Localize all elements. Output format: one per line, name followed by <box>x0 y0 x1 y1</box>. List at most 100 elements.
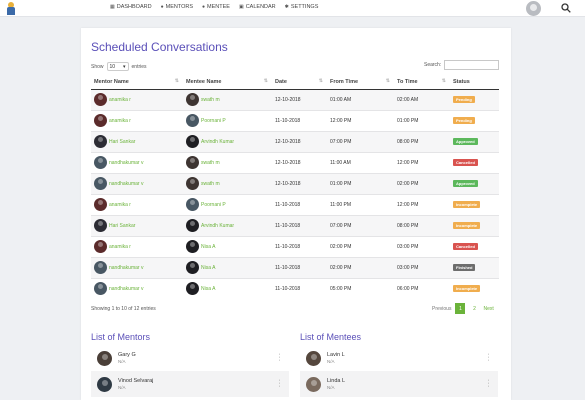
pagination-previous[interactable]: Previous <box>432 306 451 312</box>
mentee-cell: swath m <box>183 88 272 110</box>
nav-settings-label: SETTINGS <box>290 4 319 10</box>
from-time-cell: 02:00 PM <box>327 256 394 278</box>
pagination-page-2[interactable]: 2 <box>469 303 479 314</box>
chevron-down-icon: ▾ <box>123 63 126 70</box>
mentee-link[interactable]: Poornani P <box>201 202 226 208</box>
entries-label: entries <box>131 63 147 70</box>
mentee-cell: Poornani P <box>183 109 272 131</box>
mentor-link[interactable]: Hari Sankar <box>109 139 135 145</box>
avatar <box>186 114 199 127</box>
mentee-cell: Arvindh Kumar <box>183 130 272 152</box>
sort-icon: ⇅ <box>263 78 268 84</box>
search-icon[interactable] <box>561 3 571 13</box>
to-time-cell: 12:00 PM <box>394 151 450 173</box>
mentor-link[interactable]: anamika r <box>109 118 131 124</box>
mentor-link[interactable]: nandhakumar v <box>109 286 143 292</box>
nav-dashboard-label: DASHBOARD <box>116 4 152 10</box>
avatar <box>94 93 107 106</box>
table-body: anamika r swath m 12-10-2018 01:00 AM 02:00 … <box>91 88 499 299</box>
list-item[interactable]: Linda L N/A · · · <box>300 371 498 397</box>
mentor-link[interactable]: anamika r <box>109 97 131 103</box>
mentor-link[interactable]: anamika r <box>109 244 131 250</box>
status-badge: Incomplete <box>453 222 481 229</box>
nav-mentee[interactable]: ● MENTEE <box>202 4 230 10</box>
table-row: anamika r swath m 12-10-2018 01:00 AM 02:00 … <box>91 88 499 110</box>
nav-mentors[interactable]: ● MENTORS <box>161 4 193 10</box>
user-icon: ● <box>160 4 164 10</box>
more-vertical-icon[interactable]: · · · <box>278 351 281 364</box>
date-cell: 12-10-2018 <box>272 88 327 110</box>
pagination-next[interactable]: Next <box>483 306 493 312</box>
table-row: anamika r Poornani P 11-10-2018 12:00 PM 01:… <box>91 109 499 131</box>
mentor-link[interactable]: nandhakumar v <box>109 265 143 271</box>
from-time-cell: 12:00 PM <box>327 109 394 131</box>
search-label: Search: <box>424 62 442 68</box>
mentee-link[interactable]: Nisa A <box>201 244 215 250</box>
mentors-list: Gary G N/A · · · Vinod Selvaraj N/A · · · <box>91 345 289 397</box>
status-badge: Pending <box>453 96 475 103</box>
avatar <box>94 114 107 127</box>
date-cell: 11-10-2018 <box>272 235 327 257</box>
mentee-cell: Nisa A <box>183 256 272 278</box>
mentor-link[interactable]: Hari Sankar <box>109 223 135 229</box>
from-time-cell: 11:00 AM <box>327 151 394 173</box>
col-to-time[interactable]: To Time ⇅ <box>394 75 450 90</box>
mentee-link[interactable]: swath m <box>201 181 220 187</box>
more-vertical-icon[interactable]: · · · <box>487 377 490 390</box>
date-cell: 11-10-2018 <box>272 109 327 131</box>
mentee-link[interactable]: Poornani P <box>201 118 226 124</box>
avatar <box>186 282 199 296</box>
list-item[interactable]: Vinod Selvaraj N/A · · · <box>91 371 289 397</box>
col-date[interactable]: Date ⇅ <box>272 75 327 90</box>
from-time-cell: 07:00 PM <box>327 214 394 236</box>
status-badge: Finished <box>453 264 476 271</box>
mentor-link[interactable]: nandhakumar v <box>109 181 143 187</box>
mentor-cell: nandhakumar v <box>91 256 183 278</box>
pagination-page-1[interactable]: 1 <box>455 303 466 314</box>
date-cell: 11-10-2018 <box>272 277 327 299</box>
more-vertical-icon[interactable]: · · · <box>487 351 490 364</box>
avatar <box>186 219 199 232</box>
status-cell: Incomplete <box>450 277 499 299</box>
search-input[interactable] <box>444 60 499 70</box>
mentee-cell: Nisa A <box>183 277 272 299</box>
from-time-cell: 01:00 PM <box>327 172 394 194</box>
avatar <box>186 240 199 253</box>
status-cell: Pending <box>450 109 499 131</box>
col-from-time[interactable]: From Time ⇅ <box>327 75 394 90</box>
user-avatar[interactable] <box>526 1 541 16</box>
avatar <box>186 261 199 274</box>
mentee-link[interactable]: Arvindh Kumar <box>201 139 234 145</box>
mentors-list-title: List of Mentors <box>91 332 151 342</box>
mentee-link[interactable]: Nisa A <box>201 265 215 271</box>
mentee-link[interactable]: swath m <box>201 160 220 166</box>
app-logo[interactable] <box>6 2 16 15</box>
list-item[interactable]: Gary G N/A · · · <box>91 345 289 371</box>
mentor-link[interactable]: nandhakumar v <box>109 160 143 166</box>
to-time-cell: 01:00 PM <box>394 109 450 131</box>
to-time-cell: 02:00 PM <box>394 172 450 194</box>
mentee-link[interactable]: swath m <box>201 97 220 103</box>
avatar <box>186 156 199 169</box>
date-cell: 12-10-2018 <box>272 130 327 152</box>
mentees-list-title: List of Mentees <box>300 332 362 342</box>
mentee-link[interactable]: Arvindh Kumar <box>201 223 234 229</box>
col-mentee-name[interactable]: Mentee Name ⇅ <box>183 75 272 90</box>
status-badge: Cancelled <box>453 159 478 166</box>
nav-settings[interactable]: ✱ SETTINGS <box>285 4 319 10</box>
nav-calendar[interactable]: ▣ CALENDAR <box>239 4 276 10</box>
more-vertical-icon[interactable]: · · · <box>278 377 281 390</box>
avatar <box>97 350 112 366</box>
list-item[interactable]: Lavin L N/A · · · <box>300 345 498 371</box>
from-time-cell: 02:00 PM <box>327 235 394 257</box>
table-row: Hari Sankar Arvindh Kumar 12-10-2018 07:00 … <box>91 130 499 152</box>
page-size-select[interactable]: 10 ▾ <box>106 62 129 71</box>
mentor-link[interactable]: anamika r <box>109 202 131 208</box>
status-cell: Approved <box>450 130 499 152</box>
col-mentor-name[interactable]: Mentor Name ⇅ <box>91 75 183 90</box>
main-nav: ▦ DASHBOARD ● MENTORS ● MENTEE ▣ CALENDA… <box>110 4 318 10</box>
grid-icon: ▦ <box>110 4 115 10</box>
col-status[interactable]: Status <box>450 75 499 90</box>
nav-dashboard[interactable]: ▦ DASHBOARD <box>110 4 152 10</box>
mentee-link[interactable]: Nisa A <box>201 286 215 292</box>
